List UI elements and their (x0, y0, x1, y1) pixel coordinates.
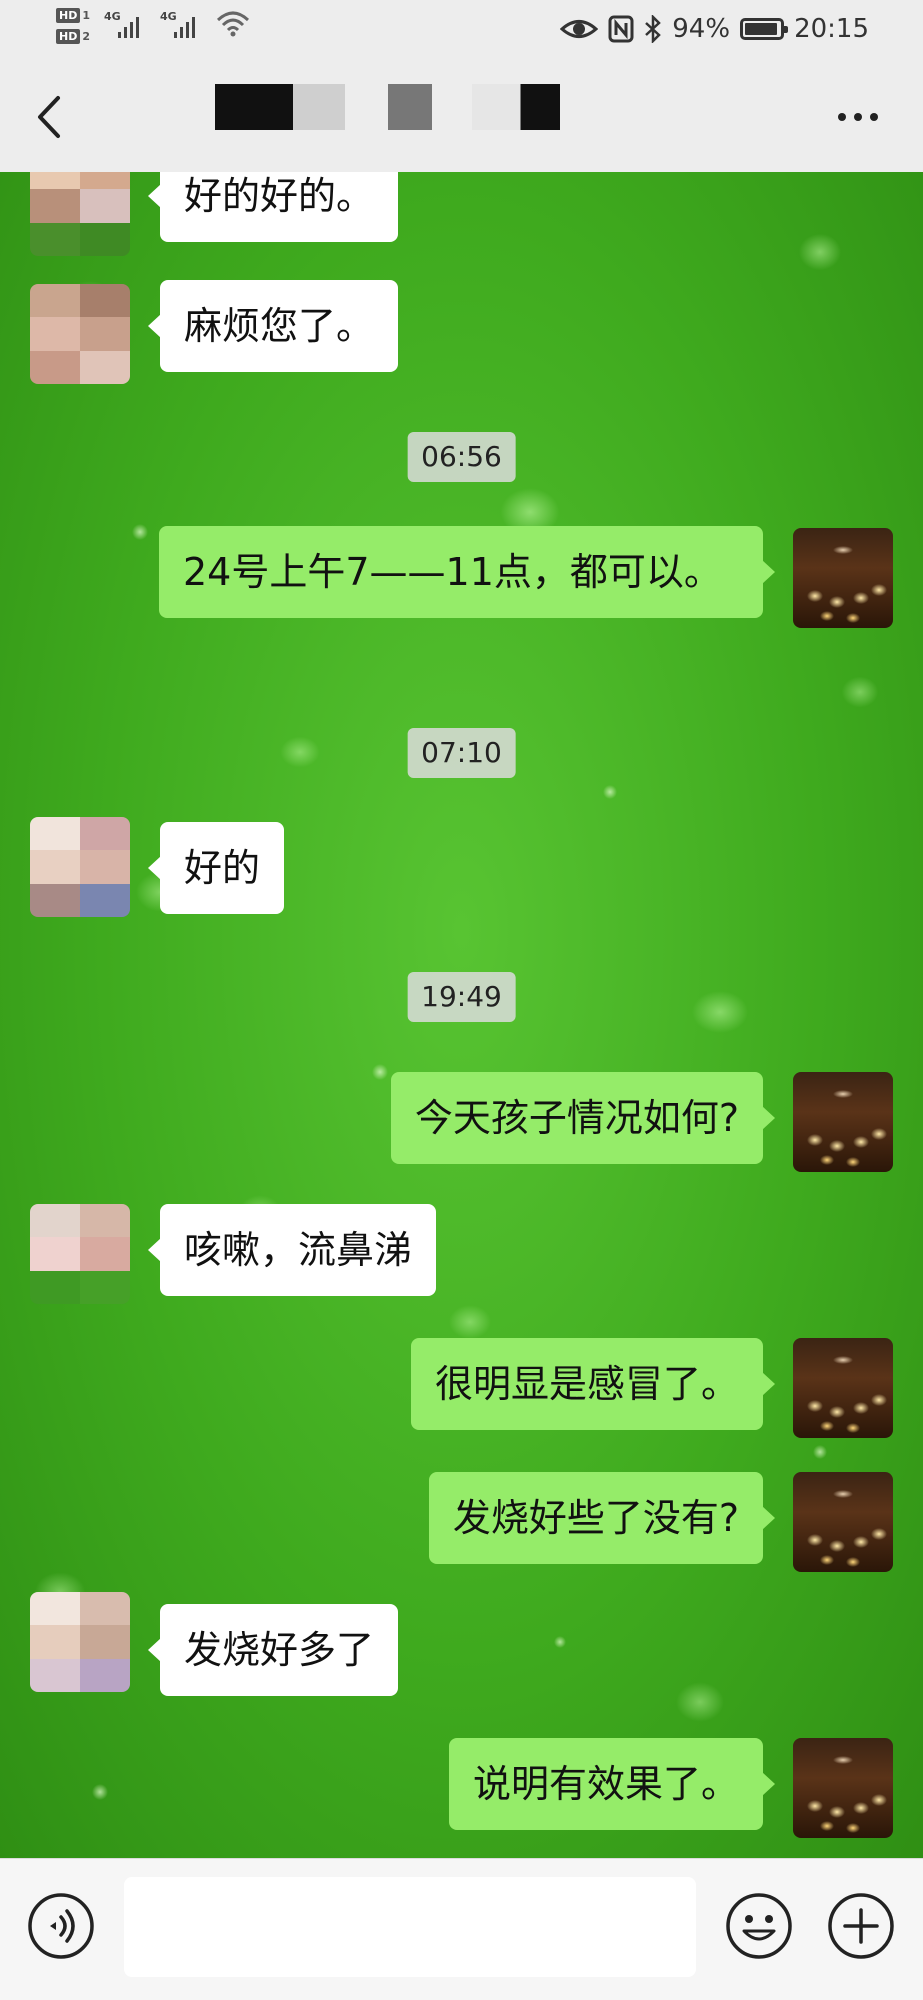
message-bubble-incoming[interactable]: 咳嗽，流鼻涕 (147, 1204, 437, 1296)
message-bubble-outgoing[interactable]: 今天孩子情况如何? (390, 1072, 776, 1164)
voice-icon[interactable] (26, 1891, 96, 1961)
title-bar (0, 62, 923, 172)
battery-icon (740, 18, 789, 40)
message-timestamp: 06:56 (407, 432, 516, 482)
candle-avatar-image (793, 1472, 893, 1572)
candle-avatar-image (793, 1338, 893, 1438)
contact-avatar[interactable] (30, 1204, 130, 1304)
contact-avatar[interactable] (30, 284, 130, 384)
nfc-icon (608, 15, 634, 43)
battery-percent: 94% (672, 14, 731, 44)
message-bubble-outgoing[interactable]: 24号上午7——11点，都可以。 (159, 526, 775, 618)
status-bar: HD 1 HD 2 4G 4G 94% 20:15 (0, 0, 923, 62)
contact-avatar[interactable] (30, 1592, 130, 1692)
message-bubble-outgoing[interactable]: 发烧好些了没有? (428, 1472, 776, 1564)
message-input[interactable] (124, 1877, 696, 1977)
status-left: HD 1 HD 2 4G 4G (56, 8, 250, 44)
plus-icon[interactable] (826, 1891, 896, 1961)
signal-icon-2: 4G (160, 8, 200, 38)
message-bubble-incoming[interactable]: 好的 (147, 822, 285, 914)
eye-icon (560, 20, 599, 38)
message-timestamp: 07:10 (407, 728, 516, 778)
message-bubble-incoming[interactable]: 麻烦您了。 (147, 280, 399, 372)
emoji-icon[interactable] (724, 1891, 794, 1961)
contact-avatar[interactable] (30, 817, 130, 917)
more-dots-icon[interactable] (833, 92, 883, 142)
my-avatar[interactable] (793, 1338, 893, 1438)
my-avatar[interactable] (793, 1072, 893, 1172)
bluetooth-icon (645, 15, 662, 43)
candle-avatar-image (793, 528, 893, 628)
candle-avatar-image (793, 1738, 893, 1838)
chat-messages[interactable]: 好的好的。 麻烦您了。 06:56 24号上午7——11点，都可以。 07:10… (0, 172, 923, 1858)
message-timestamp: 19:49 (407, 972, 516, 1022)
chat-screen: HD 1 HD 2 4G 4G 94% 20:15 好的好的。 麻烦您了。 06… (0, 0, 923, 2000)
status-right: 94% 20:15 (560, 14, 869, 44)
signal-icon: 4G (104, 8, 144, 38)
my-avatar[interactable] (793, 528, 893, 628)
message-bubble-incoming[interactable]: 发烧好多了 (147, 1604, 399, 1696)
message-bubble-outgoing[interactable]: 说明有效果了。 (448, 1738, 776, 1830)
page-title (0, 98, 923, 138)
wifi-icon (216, 11, 250, 37)
message-bubble-outgoing[interactable]: 很明显是感冒了。 (410, 1338, 776, 1430)
clock: 20:15 (794, 14, 869, 44)
message-bubble-incoming[interactable]: 好的好的。 (147, 172, 399, 242)
my-avatar[interactable] (793, 1738, 893, 1838)
contact-avatar[interactable] (30, 172, 130, 256)
candle-avatar-image (793, 1072, 893, 1172)
input-bar (0, 1858, 923, 2000)
hd-sim-icon: HD 1 HD 2 (56, 8, 90, 44)
my-avatar[interactable] (793, 1472, 893, 1572)
